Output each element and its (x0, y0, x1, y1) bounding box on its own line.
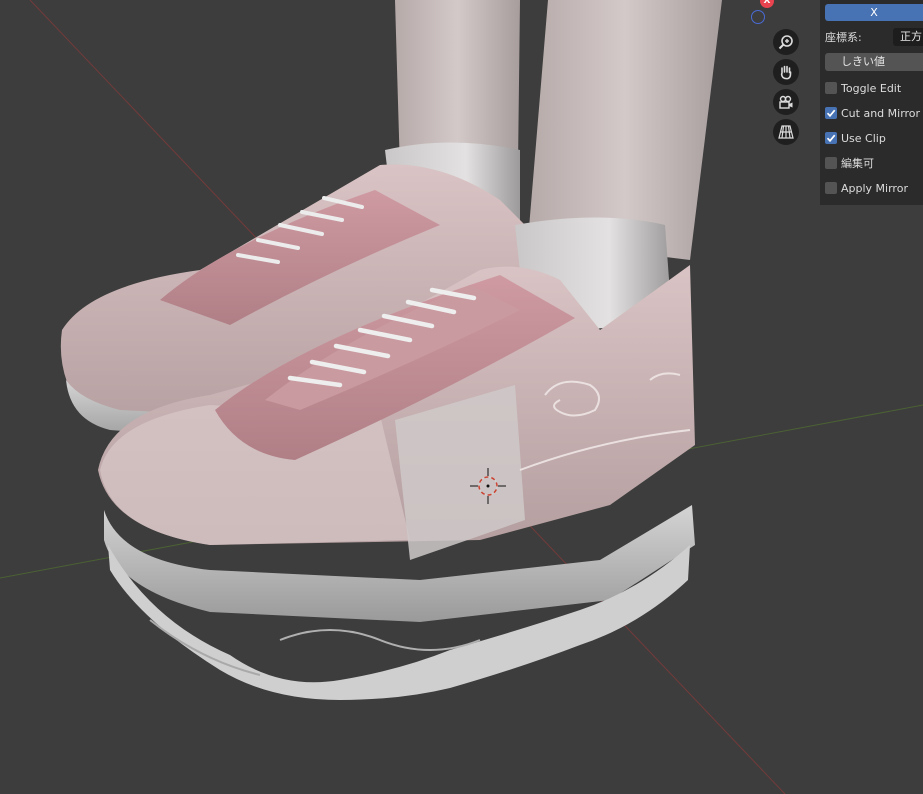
toggle-edit-checkbox[interactable] (825, 82, 837, 94)
coordinate-system-dropdown[interactable]: 正方 (893, 28, 923, 46)
toggle-edit-label: Toggle Edit (841, 81, 902, 95)
cut-and-mirror-checkbox[interactable] (825, 107, 837, 119)
cut-and-mirror-label: Cut and Mirror (841, 106, 921, 120)
editable-checkbox[interactable] (825, 157, 837, 169)
editable-label: 編集可 (841, 157, 874, 170)
3d-viewport[interactable]: X (0, 0, 923, 794)
apply-mirror-checkbox-row[interactable]: Apply Mirror (825, 180, 908, 196)
use-clip-label: Use Clip (841, 131, 886, 145)
editable-checkbox-row[interactable]: 編集可 (825, 155, 874, 171)
threshold-button[interactable]: しきい値 (825, 53, 923, 71)
perspective-grid-icon[interactable] (773, 119, 799, 145)
camera-icon[interactable] (773, 89, 799, 115)
gizmo-z-axis-icon[interactable] (751, 10, 765, 24)
coordinate-system-label: 座標系: (825, 31, 862, 44)
use-clip-checkbox-row[interactable]: Use Clip (825, 130, 886, 146)
checkmark-icon (826, 109, 836, 118)
use-clip-checkbox[interactable] (825, 132, 837, 144)
zoom-icon[interactable] (773, 29, 799, 55)
checkmark-icon (826, 134, 836, 143)
pan-hand-icon[interactable] (773, 59, 799, 85)
cut-and-mirror-checkbox-row[interactable]: Cut and Mirror (825, 105, 920, 121)
apply-mirror-label: Apply Mirror (841, 181, 908, 195)
axis-x-button[interactable]: X (825, 4, 923, 21)
apply-mirror-checkbox[interactable] (825, 182, 837, 194)
toggle-edit-checkbox-row[interactable]: Toggle Edit (825, 80, 901, 96)
